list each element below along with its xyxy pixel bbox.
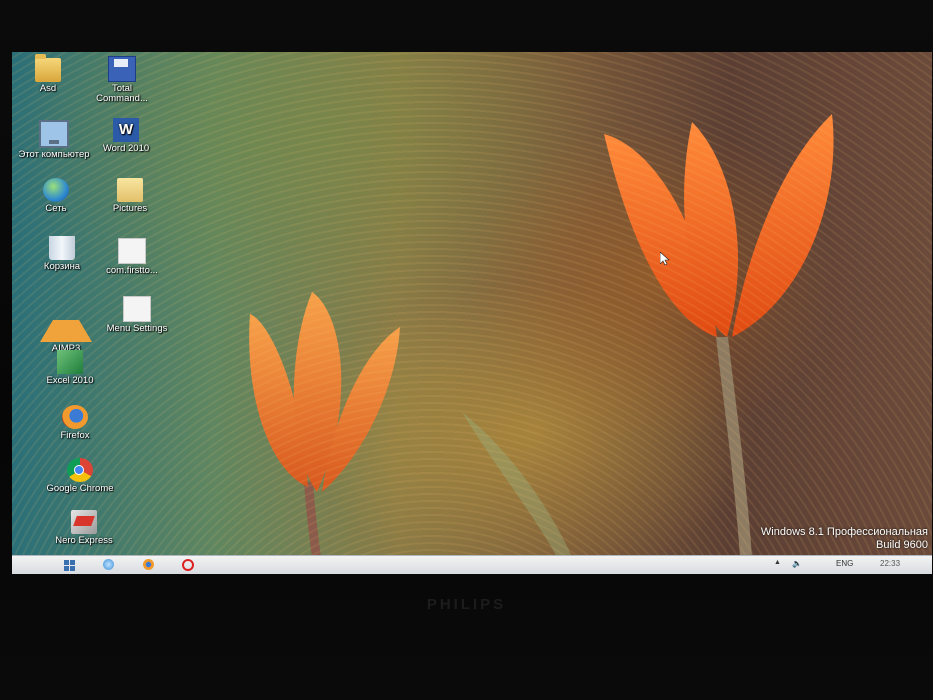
watermark-build: Build 9600	[876, 539, 928, 551]
show-hidden-icons-chevron-icon[interactable]: ▲	[774, 559, 781, 566]
desktop-icon-label: Этот компьютер	[18, 149, 90, 160]
start-button[interactable]	[62, 558, 78, 572]
language-indicator[interactable]: ENG	[836, 559, 853, 568]
desktop-icon-google-chrome[interactable]: Google Chrome	[44, 458, 116, 494]
firefox-icon	[142, 559, 154, 570]
large-tulip-petal-right	[732, 114, 834, 337]
monitor-brand-logo: PHILIPS	[426, 596, 507, 613]
large-tulip-stem	[716, 337, 752, 557]
desktop-icon-label: Сеть	[45, 203, 67, 214]
computer-icon	[39, 120, 69, 148]
desktop-icon-total-commander[interactable]: Total Command...	[86, 56, 158, 104]
desktop-icon-label: Nero Express	[55, 535, 113, 546]
desktop-icon-word-2010[interactable]: W Word 2010	[90, 118, 162, 154]
desktop-icon-label: Pictures	[112, 203, 148, 214]
chrome-icon	[67, 458, 93, 482]
taskbar: ▲ 🔈 ENG 22:33	[12, 555, 932, 574]
desktop-icon-label: Asd	[39, 83, 57, 94]
desktop-icon-aimp3[interactable]: AIMP3	[30, 296, 102, 354]
desktop-icon-this-pc[interactable]: Этот компьютер	[18, 120, 90, 160]
blurred-leaf	[462, 412, 572, 557]
firefox-icon	[62, 405, 88, 429]
opera-icon	[182, 559, 194, 571]
desktop-icon-label: com.firstto...	[106, 265, 158, 276]
folder-icon	[35, 54, 61, 82]
file-icon	[118, 238, 146, 264]
network-globe-icon	[43, 178, 69, 202]
desktop-icon-recycle-bin[interactable]: Корзина	[26, 236, 98, 272]
nero-icon	[71, 510, 97, 534]
desktop-icon-label: Word 2010	[102, 143, 150, 154]
volume-icon[interactable]: 🔈	[792, 559, 802, 568]
windows-logo-icon	[64, 560, 69, 565]
desktop-icon-excel-2010[interactable]: Excel 2010	[34, 350, 106, 386]
taskbar-firefox[interactable]	[140, 558, 156, 572]
desktop-icon-label: Firefox	[60, 430, 90, 441]
desktop-icon-label: Menu Settings	[106, 323, 168, 334]
taskbar-opera[interactable]	[180, 558, 196, 572]
desktop-icon-network[interactable]: Сеть	[20, 178, 92, 214]
desktop-icon-pictures[interactable]: Pictures	[94, 178, 166, 214]
desktop-icon-asd[interactable]: Asd	[12, 54, 84, 94]
desktop-icon-label: Google Chrome	[46, 483, 114, 494]
desktop-icon-com-firstto[interactable]: com.firstto...	[96, 238, 168, 276]
desktop-icon-label: Корзина	[43, 261, 81, 272]
desktop-screen[interactable]: Asd Total Command... Этот компьютер W Wo…	[12, 52, 932, 574]
desktop-icon-firefox[interactable]: Firefox	[39, 405, 111, 441]
desktop-icon-label: Excel 2010	[46, 375, 94, 386]
desktop-icon-menu-settings[interactable]: Menu Settings	[101, 296, 173, 334]
windows-version-watermark: Windows 8.1 Профессиональная Build 9600	[761, 526, 928, 552]
taskbar-internet-explorer[interactable]	[100, 558, 116, 572]
small-tulip-stem	[304, 482, 321, 557]
watermark-edition: Windows 8.1 Профессиональная	[760, 526, 928, 538]
word-icon: W	[113, 118, 139, 142]
taskbar-clock[interactable]: 22:33	[880, 559, 900, 568]
file-icon	[123, 296, 151, 322]
pictures-folder-icon	[117, 178, 143, 202]
desktop-icon-label: Total Command...	[96, 83, 148, 104]
desktop-icon-nero-express[interactable]: Nero Express	[48, 510, 120, 546]
floppy-disk-icon	[108, 56, 136, 82]
internet-explorer-icon	[102, 559, 114, 570]
aimp-icon	[40, 296, 92, 342]
excel-icon	[57, 350, 83, 374]
recycle-bin-icon	[49, 236, 75, 260]
mouse-cursor-icon	[660, 252, 670, 266]
